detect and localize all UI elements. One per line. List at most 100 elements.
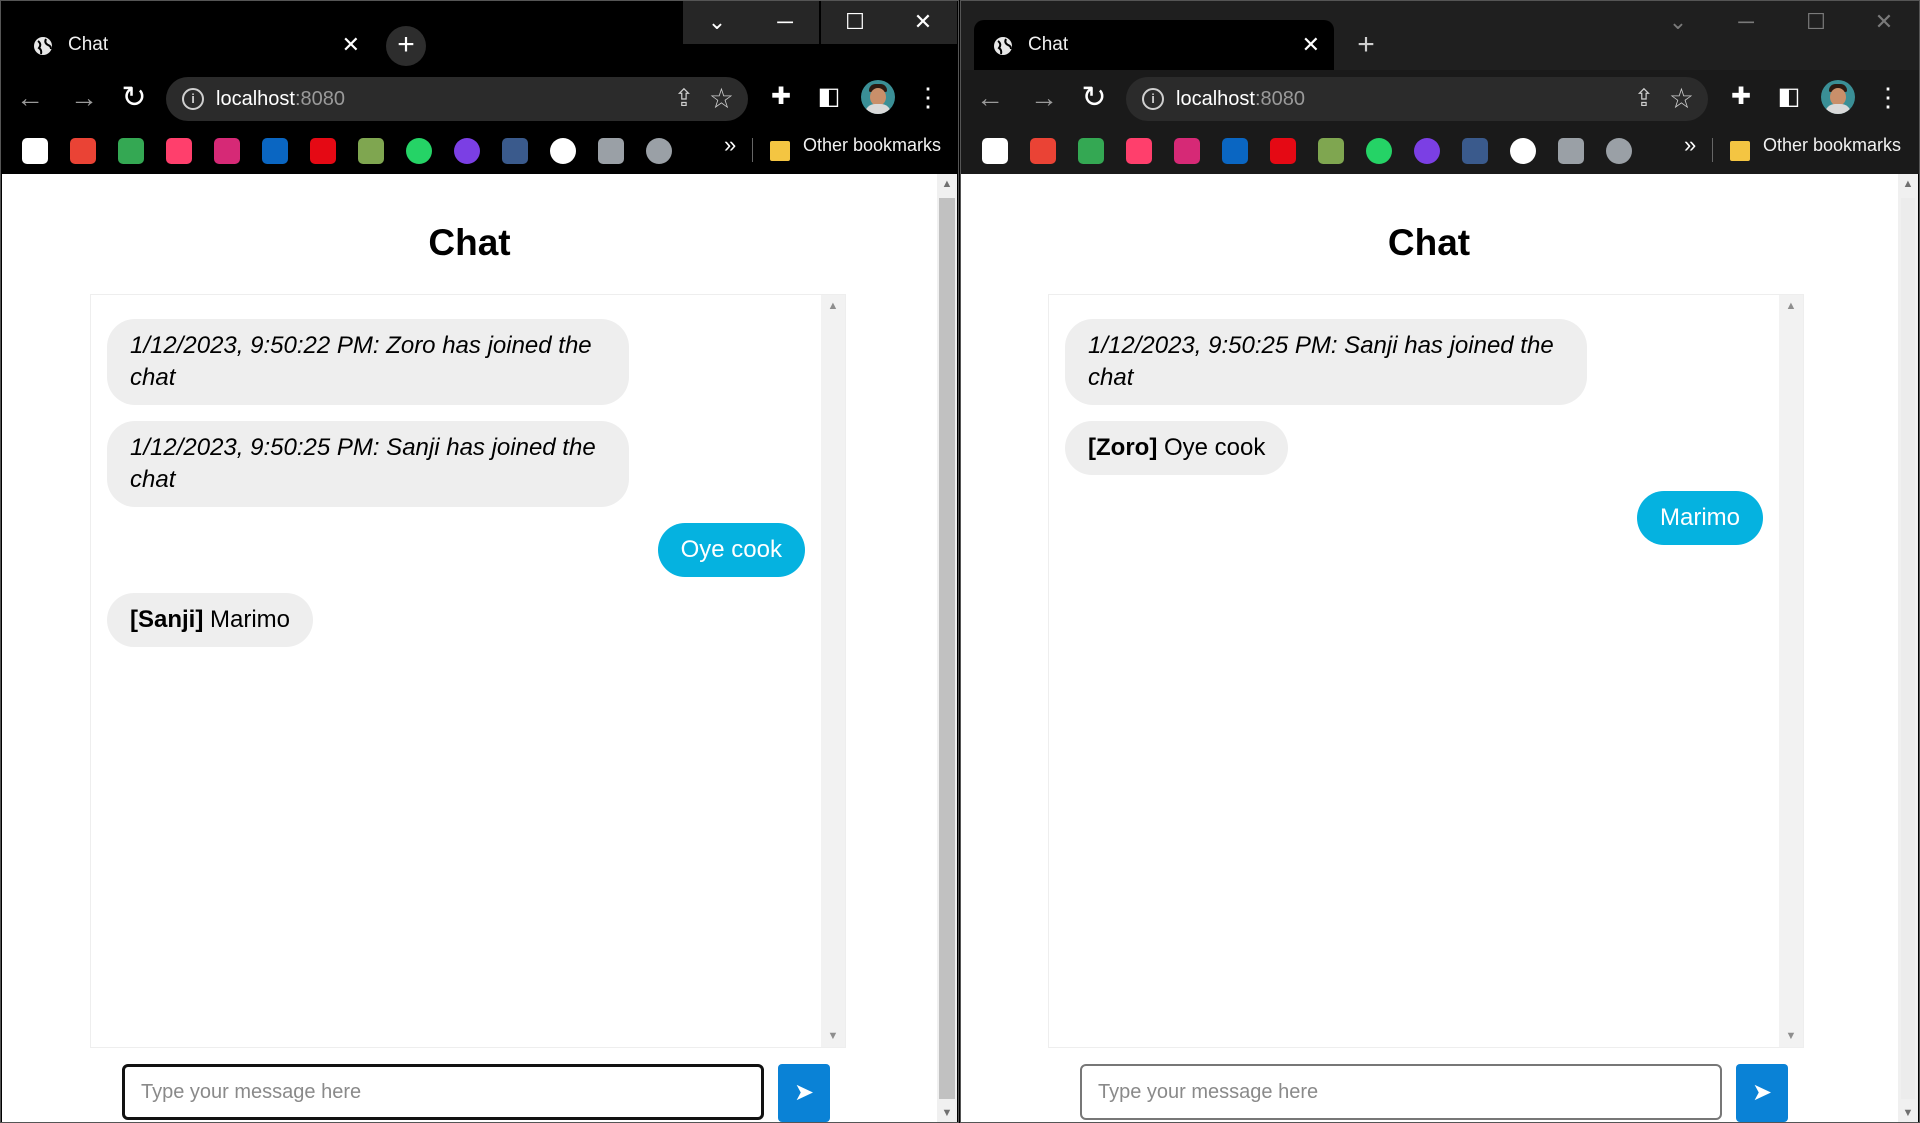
codechef-icon[interactable] [502,138,528,164]
myntra-icon[interactable] [1126,138,1152,164]
message-input[interactable] [125,1067,761,1117]
extensions-puzzle-icon[interactable]: ✚ [1726,82,1756,112]
message-input[interactable] [1082,1066,1720,1118]
netflix-icon[interactable] [310,138,336,164]
kebab-menu-icon[interactable]: ⋮ [915,80,941,116]
browser-tab[interactable]: Chat ✕ [14,20,374,70]
minimize-icon[interactable]: ─ [1712,0,1780,44]
message-text: Oye cook [1163,434,1266,461]
url-text: localhost:8080 [1176,88,1305,111]
drive-icon[interactable] [118,138,144,164]
maximize-icon[interactable]: ☐ [1782,0,1850,44]
window-close-icon[interactable]: ✕ [1850,0,1918,44]
bookmarks-overflow-icon[interactable]: » [724,132,736,158]
drive-icon[interactable] [1078,138,1104,164]
message-list[interactable]: 1/12/2023, 9:50:22 PM: Zoro has joined t… [90,294,846,1048]
scroll-down-icon[interactable]: ▼ [937,1103,957,1123]
scroll-up-icon[interactable]: ▲ [937,174,957,194]
globe-icon [34,37,52,55]
whatsapp-icon[interactable] [1366,138,1392,164]
linkedin-icon[interactable] [1222,138,1248,164]
site-info-icon[interactable]: i [182,88,204,110]
new-tab-button[interactable]: + [386,26,426,66]
stairs-icon[interactable] [598,138,624,164]
page-scrollbar[interactable]: ▲ ▼ [1898,174,1918,1123]
scrollbar-thumb[interactable] [1901,198,1915,1099]
chess-icon[interactable] [358,138,384,164]
message-row: [Zoro] Oye cook [1065,421,1763,491]
bookmark-star-icon[interactable]: ☆ [709,82,734,115]
upwork-icon[interactable] [1414,138,1440,164]
send-button[interactable]: ➤ [1736,1064,1788,1122]
forward-arrow-icon[interactable]: → [62,76,106,120]
instagram-icon[interactable] [1174,138,1200,164]
scrollbar-thumb[interactable] [939,198,955,1099]
scroll-down-icon[interactable]: ▼ [821,1025,845,1047]
message-scrollbar[interactable]: ▲ ▼ [1779,295,1803,1047]
send-button[interactable]: ➤ [778,1064,830,1122]
message-scrollbar[interactable]: ▲ ▼ [821,295,845,1047]
tab-close-icon[interactable]: ✕ [342,32,360,58]
upwork-icon[interactable] [454,138,480,164]
codechef-icon[interactable] [1462,138,1488,164]
share-icon[interactable]: ⇪ [674,84,694,113]
folder-icon [1730,141,1750,161]
instagram-icon[interactable] [214,138,240,164]
netflix-icon[interactable] [1270,138,1296,164]
whatsapp-icon[interactable] [406,138,432,164]
github-icon[interactable] [1510,138,1536,164]
bookmarks-overflow-icon[interactable]: » [1684,132,1696,158]
profile-avatar[interactable] [861,80,895,114]
linkedin-icon[interactable] [262,138,288,164]
globe-icon[interactable] [1606,138,1632,164]
message-input-box[interactable] [122,1064,764,1120]
maximize-icon[interactable]: ☐ [821,0,889,44]
tab-search-icon[interactable]: ⌄ [1644,0,1712,44]
back-arrow-icon[interactable]: ← [968,76,1012,120]
bookmark-star-icon[interactable]: ☆ [1669,82,1694,115]
page-scrollbar[interactable]: ▲ ▼ [937,174,957,1123]
other-bookmarks[interactable]: Other bookmarks [1763,135,1901,156]
browser-window-right: Chat ✕ + ⌄ ─ ☐ ✕ ← → ↻ i localhost:8080 … [960,0,1920,1123]
profile-avatar[interactable] [1821,80,1855,114]
myntra-icon[interactable] [166,138,192,164]
tab-title: Chat [68,34,109,55]
window-close-icon[interactable]: ✕ [889,0,957,44]
side-panel-icon[interactable]: ◧ [1774,82,1804,112]
stairs-icon[interactable] [1558,138,1584,164]
message-list[interactable]: 1/12/2023, 9:50:25 PM: Sanji has joined … [1048,294,1804,1048]
gmail-icon[interactable] [1030,138,1056,164]
tab-search-icon[interactable]: ⌄ [683,0,751,44]
globe-icon[interactable] [646,138,672,164]
system-message: 1/12/2023, 9:50:25 PM: Sanji has joined … [107,421,629,507]
extensions-puzzle-icon[interactable]: ✚ [766,82,796,112]
reload-icon[interactable]: ↻ [1072,76,1116,120]
back-arrow-icon[interactable]: ← [8,76,52,120]
title-bar: Chat ✕ + ⌄ ─ ☐ ✕ [960,0,1920,70]
google-icon[interactable] [982,138,1008,164]
chess-icon[interactable] [1318,138,1344,164]
minimize-icon[interactable]: ─ [751,0,819,44]
browser-tab[interactable]: Chat ✕ [974,20,1334,70]
site-info-icon[interactable]: i [1142,88,1164,110]
address-bar[interactable]: i localhost:8080 ⇪ ☆ [166,77,748,121]
scroll-down-icon[interactable]: ▼ [1779,1025,1803,1047]
side-panel-icon[interactable]: ◧ [814,82,844,112]
address-bar[interactable]: i localhost:8080 ⇪ ☆ [1126,77,1708,121]
other-bookmarks[interactable]: Other bookmarks [803,135,941,156]
forward-arrow-icon[interactable]: → [1022,76,1066,120]
message-input-box[interactable] [1080,1064,1722,1120]
scroll-up-icon[interactable]: ▲ [1898,174,1918,194]
kebab-menu-icon[interactable]: ⋮ [1875,80,1901,116]
gmail-icon[interactable] [70,138,96,164]
google-icon[interactable] [22,138,48,164]
message-sender: [Zoro] [1088,434,1158,461]
github-icon[interactable] [550,138,576,164]
share-icon[interactable]: ⇪ [1634,84,1654,113]
scroll-up-icon[interactable]: ▲ [1779,295,1803,317]
new-tab-button[interactable]: + [1346,26,1386,66]
reload-icon[interactable]: ↻ [112,76,156,120]
scroll-down-icon[interactable]: ▼ [1898,1103,1918,1123]
tab-close-icon[interactable]: ✕ [1302,32,1320,58]
scroll-up-icon[interactable]: ▲ [821,295,845,317]
